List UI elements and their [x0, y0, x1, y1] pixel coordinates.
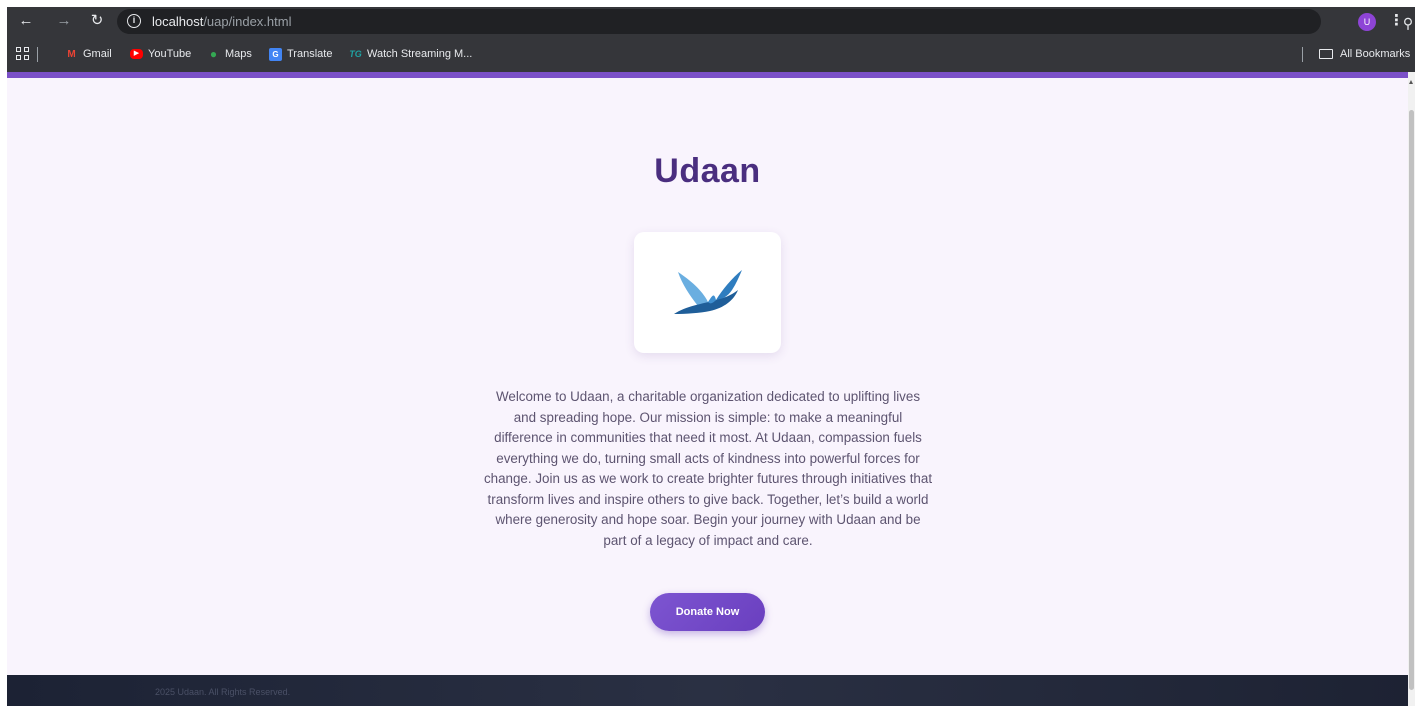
donate-now-button[interactable]: Donate Now — [650, 593, 765, 631]
all-bookmarks-label: All Bookmarks — [1340, 48, 1411, 60]
reload-icon[interactable]: ↻ — [87, 11, 107, 31]
bookmarks-bar: M Gmail ▶ YouTube ● Maps G Translate TG … — [7, 36, 1415, 72]
bookmark-divider — [1302, 47, 1303, 62]
bookmark-gmail[interactable]: M Gmail — [65, 46, 112, 62]
translate-icon: G — [269, 47, 282, 61]
site-info-icon[interactable]: i — [127, 14, 141, 28]
bookmark-watch-streaming[interactable]: TG Watch Streaming M... — [349, 46, 472, 62]
kebab-menu-icon[interactable]: ⋮ — [1389, 11, 1404, 31]
bookmark-label: Translate — [287, 48, 333, 60]
folder-icon — [1319, 49, 1333, 59]
welcome-description: Welcome to Udaan, a charitable organizat… — [483, 389, 933, 548]
page-title: Udaan — [654, 152, 761, 190]
bird-logo-icon — [674, 270, 742, 314]
page-footer: 2025 Udaan. All Rights Reserved. — [7, 675, 1408, 706]
profile-avatar[interactable]: U — [1358, 13, 1376, 31]
apps-grid-icon[interactable] — [16, 47, 30, 61]
bookmark-label: Gmail — [83, 48, 112, 60]
bookmark-label: YouTube — [148, 48, 192, 60]
bookmark-label: Maps — [225, 48, 252, 60]
url-path: /uap/index.html — [203, 14, 292, 29]
bookmark-translate[interactable]: G Translate — [269, 46, 332, 62]
bookmark-youtube[interactable]: ▶ YouTube — [130, 46, 191, 62]
scroll-up-arrow-icon[interactable] — [1409, 80, 1413, 84]
forward-arrow-icon[interactable]: → — [54, 11, 74, 31]
browser-chrome: ← → ↻ i localhost/uap/index.html ⚲ ☆ U ⋮… — [7, 7, 1415, 72]
bookmark-divider — [37, 47, 38, 62]
youtube-icon: ▶ — [130, 49, 143, 59]
bookmark-maps[interactable]: ● Maps — [207, 46, 252, 62]
tg-icon: TG — [349, 48, 362, 59]
copyright-text: 2025 Udaan. All Rights Reserved. — [155, 687, 291, 697]
browser-toolbar: ← → ↻ i localhost/uap/index.html ⚲ ☆ U ⋮ — [7, 7, 1415, 36]
url-host: localhost — [152, 14, 204, 29]
logo-card — [634, 232, 781, 353]
url-text[interactable]: localhost/uap/index.html — [152, 14, 291, 29]
maps-icon: ● — [209, 46, 218, 61]
scrollbar-thumb[interactable] — [1409, 110, 1414, 690]
all-bookmarks-button[interactable]: All Bookmarks — [1319, 46, 1410, 62]
back-arrow-icon[interactable]: ← — [16, 11, 36, 31]
address-bar[interactable]: i localhost/uap/index.html ⚲ ☆ — [117, 9, 1413, 34]
bookmark-label: Watch Streaming M... — [367, 48, 473, 60]
gmail-icon: M — [67, 48, 76, 60]
